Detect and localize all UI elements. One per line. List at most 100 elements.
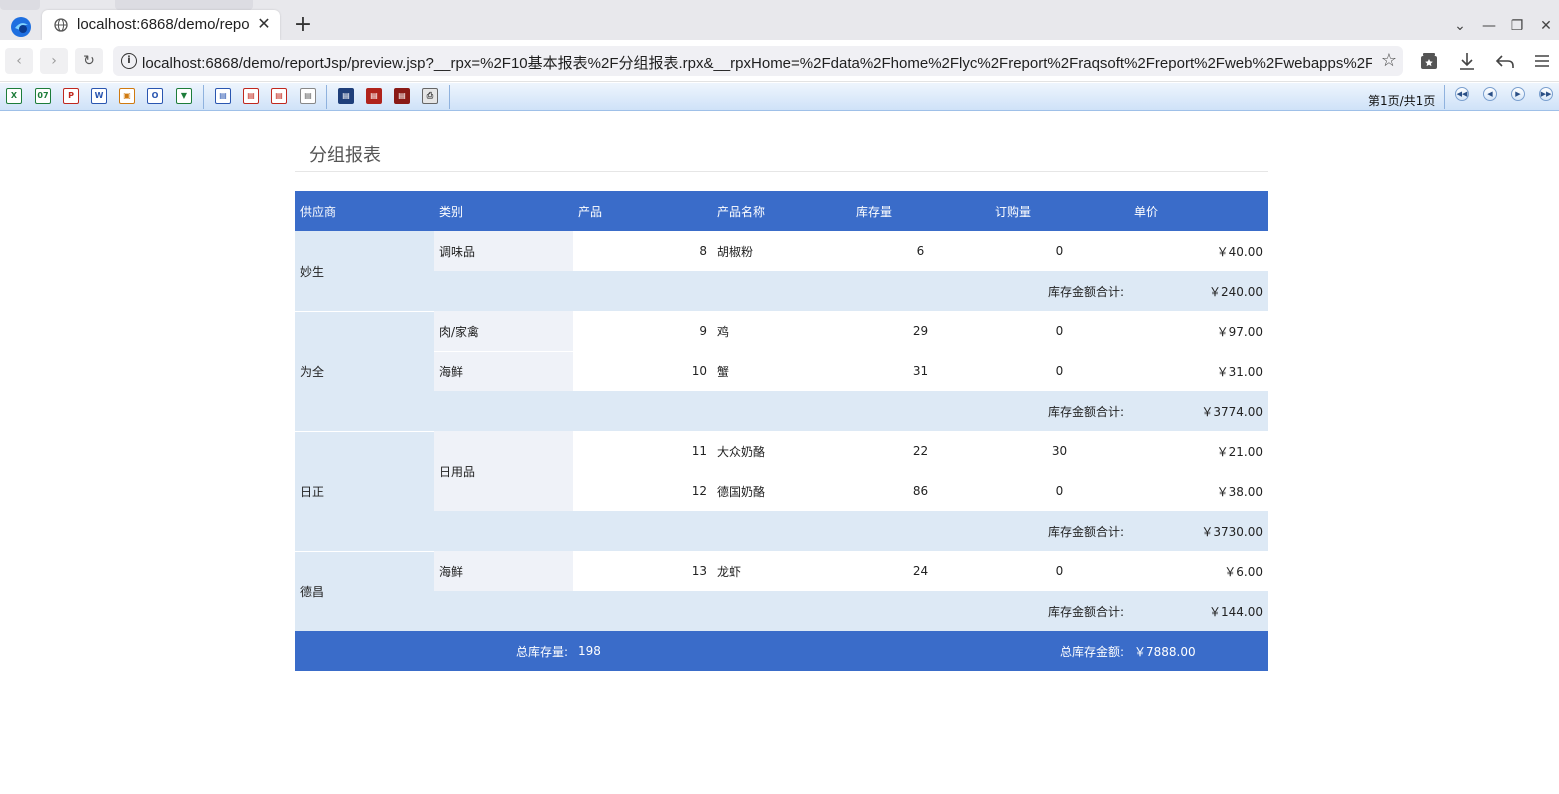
product-name-cell: 胡椒粉 — [712, 231, 851, 271]
header-product-name: 产品名称 — [712, 191, 851, 231]
product-name-cell: 德国奶酪 — [712, 471, 851, 511]
supplier-cell: 妙生 — [295, 231, 434, 311]
tab-list-icon[interactable]: ⌄ — [1452, 18, 1468, 34]
product-name-cell: 龙虾 — [712, 551, 851, 591]
print-word-icon[interactable]: ▤ — [271, 88, 287, 104]
reload-button[interactable]: ↻ — [75, 48, 103, 74]
price-cell: ￥6.00 — [1129, 551, 1268, 591]
previous-tab-stub[interactable] — [115, 0, 253, 10]
export-excel-2007-icon[interactable]: 07 — [35, 88, 51, 104]
next-page-icon[interactable]: ▶ — [1511, 87, 1525, 101]
price-cell: ￥38.00 — [1129, 471, 1268, 511]
toolbar-separator — [449, 85, 450, 109]
stock-cell: 6 — [851, 231, 990, 271]
restore-button[interactable]: ❐ — [1509, 18, 1525, 34]
subtotal-label: 库存金额合计: — [990, 511, 1129, 551]
product-id-cell: 12 — [573, 471, 712, 511]
last-page-icon[interactable]: ▶▶ — [1539, 87, 1553, 101]
total-value-label: 总库存金额: — [990, 631, 1129, 671]
new-tab-button[interactable]: + — [293, 14, 313, 36]
total-stock-label: 总库存量: — [434, 631, 573, 671]
product-id-cell: 11 — [573, 431, 712, 471]
subtotal-filler — [434, 511, 990, 551]
category-cell: 日用品 — [434, 431, 573, 511]
subtotal-value: ￥240.00 — [1129, 271, 1268, 311]
undo-icon[interactable] — [1494, 50, 1516, 72]
header-product: 产品 — [573, 191, 712, 231]
tab-strip: localhost:6868/demo/repo ✕ + ⌄ — ❐ ✕ — [0, 0, 1559, 40]
price-cell: ￥21.00 — [1129, 431, 1268, 471]
export-pdf-icon[interactable]: P — [63, 88, 79, 104]
toolbar-separator — [203, 85, 204, 109]
previous-tab-stub[interactable] — [0, 0, 40, 10]
print-text-icon[interactable]: ▤ — [300, 88, 316, 104]
order-cell: 0 — [990, 351, 1129, 391]
stock-cell: 86 — [851, 471, 990, 511]
print-preview-icon[interactable]: ▤ — [394, 88, 410, 104]
bookmark-star-icon[interactable]: ☆ — [1381, 50, 1397, 71]
category-cell: 海鲜 — [434, 351, 573, 391]
minimize-button[interactable]: — — [1481, 18, 1497, 34]
order-cell: 30 — [990, 431, 1129, 471]
order-cell: 0 — [990, 231, 1129, 271]
export-ofd-icon[interactable]: O — [147, 88, 163, 104]
category-cell: 肉/家禽 — [434, 311, 573, 351]
product-id-cell: 10 — [573, 351, 712, 391]
tab-title: localhost:6868/demo/repo — [77, 16, 249, 33]
subtotal-label: 库存金额合计: — [990, 271, 1129, 311]
product-name-cell: 鸡 — [712, 311, 851, 351]
export-text-icon[interactable]: ▼ — [176, 88, 192, 104]
subtotal-filler — [434, 391, 990, 431]
download-icon[interactable] — [1456, 50, 1478, 72]
forward-button[interactable]: › — [40, 48, 68, 74]
stock-cell: 24 — [851, 551, 990, 591]
product-id-cell: 8 — [573, 231, 712, 271]
category-cell: 海鲜 — [434, 551, 573, 591]
header-price: 单价 — [1129, 191, 1268, 231]
subtotal-filler — [434, 591, 990, 631]
toolbar-separator — [1444, 85, 1445, 109]
header-stock: 库存量 — [851, 191, 990, 231]
stock-cell: 31 — [851, 351, 990, 391]
address-bar[interactable]: i localhost:6868/demo/reportJsp/preview.… — [113, 46, 1403, 76]
url-text[interactable]: localhost:6868/demo/reportJsp/preview.js… — [142, 52, 1372, 73]
export-image-icon[interactable]: ▣ — [119, 88, 135, 104]
subtotal-filler — [434, 271, 990, 311]
report-title: 分组报表 — [309, 145, 381, 166]
globe-icon — [54, 18, 68, 32]
collections-icon[interactable] — [1418, 50, 1440, 72]
close-window-button[interactable]: ✕ — [1538, 18, 1554, 34]
product-name-cell: 大众奶酪 — [712, 431, 851, 471]
export-word-icon[interactable]: W — [91, 88, 107, 104]
stock-cell: 29 — [851, 311, 990, 351]
print-icon[interactable]: ⎙ — [422, 88, 438, 104]
menu-icon[interactable] — [1531, 50, 1553, 72]
report-toolbar: X 07 P W ▣ O ▼ ▤ ▤ ▤ ▤ ▤ ▤ ▤ ⎙ 第1页/共1页 ◀… — [0, 83, 1559, 111]
print-pdf-direct-icon[interactable]: ▤ — [366, 88, 382, 104]
page-info: 第1页/共1页 — [1368, 94, 1436, 108]
category-cell: 调味品 — [434, 231, 573, 271]
subtotal-label: 库存金额合计: — [990, 391, 1129, 431]
supplier-cell: 日正 — [295, 431, 434, 551]
site-info-icon[interactable]: i — [121, 53, 137, 69]
product-name-cell: 蟹 — [712, 351, 851, 391]
print-excel-icon[interactable]: ▤ — [215, 88, 231, 104]
title-divider — [295, 171, 1268, 172]
export-excel-icon[interactable]: X — [6, 88, 22, 104]
order-cell: 0 — [990, 471, 1129, 511]
back-button[interactable]: ‹ — [5, 48, 33, 74]
prev-page-icon[interactable]: ◀ — [1483, 87, 1497, 101]
header-category: 类别 — [434, 191, 573, 231]
supplier-cell: 为全 — [295, 311, 434, 431]
navigation-bar: ‹ › ↻ i localhost:6868/demo/reportJsp/pr… — [0, 40, 1559, 82]
order-cell: 0 — [990, 551, 1129, 591]
subtotal-value: ￥3774.00 — [1129, 391, 1268, 431]
print-pdf-icon[interactable]: ▤ — [243, 88, 259, 104]
first-page-icon[interactable]: ◀◀ — [1455, 87, 1469, 101]
header-order: 订购量 — [990, 191, 1129, 231]
browser-tab[interactable]: localhost:6868/demo/repo ✕ — [42, 10, 280, 40]
stock-cell: 22 — [851, 431, 990, 471]
print-applet-icon[interactable]: ▤ — [338, 88, 354, 104]
subtotal-value: ￥144.00 — [1129, 591, 1268, 631]
tab-close-icon[interactable]: ✕ — [256, 15, 272, 33]
